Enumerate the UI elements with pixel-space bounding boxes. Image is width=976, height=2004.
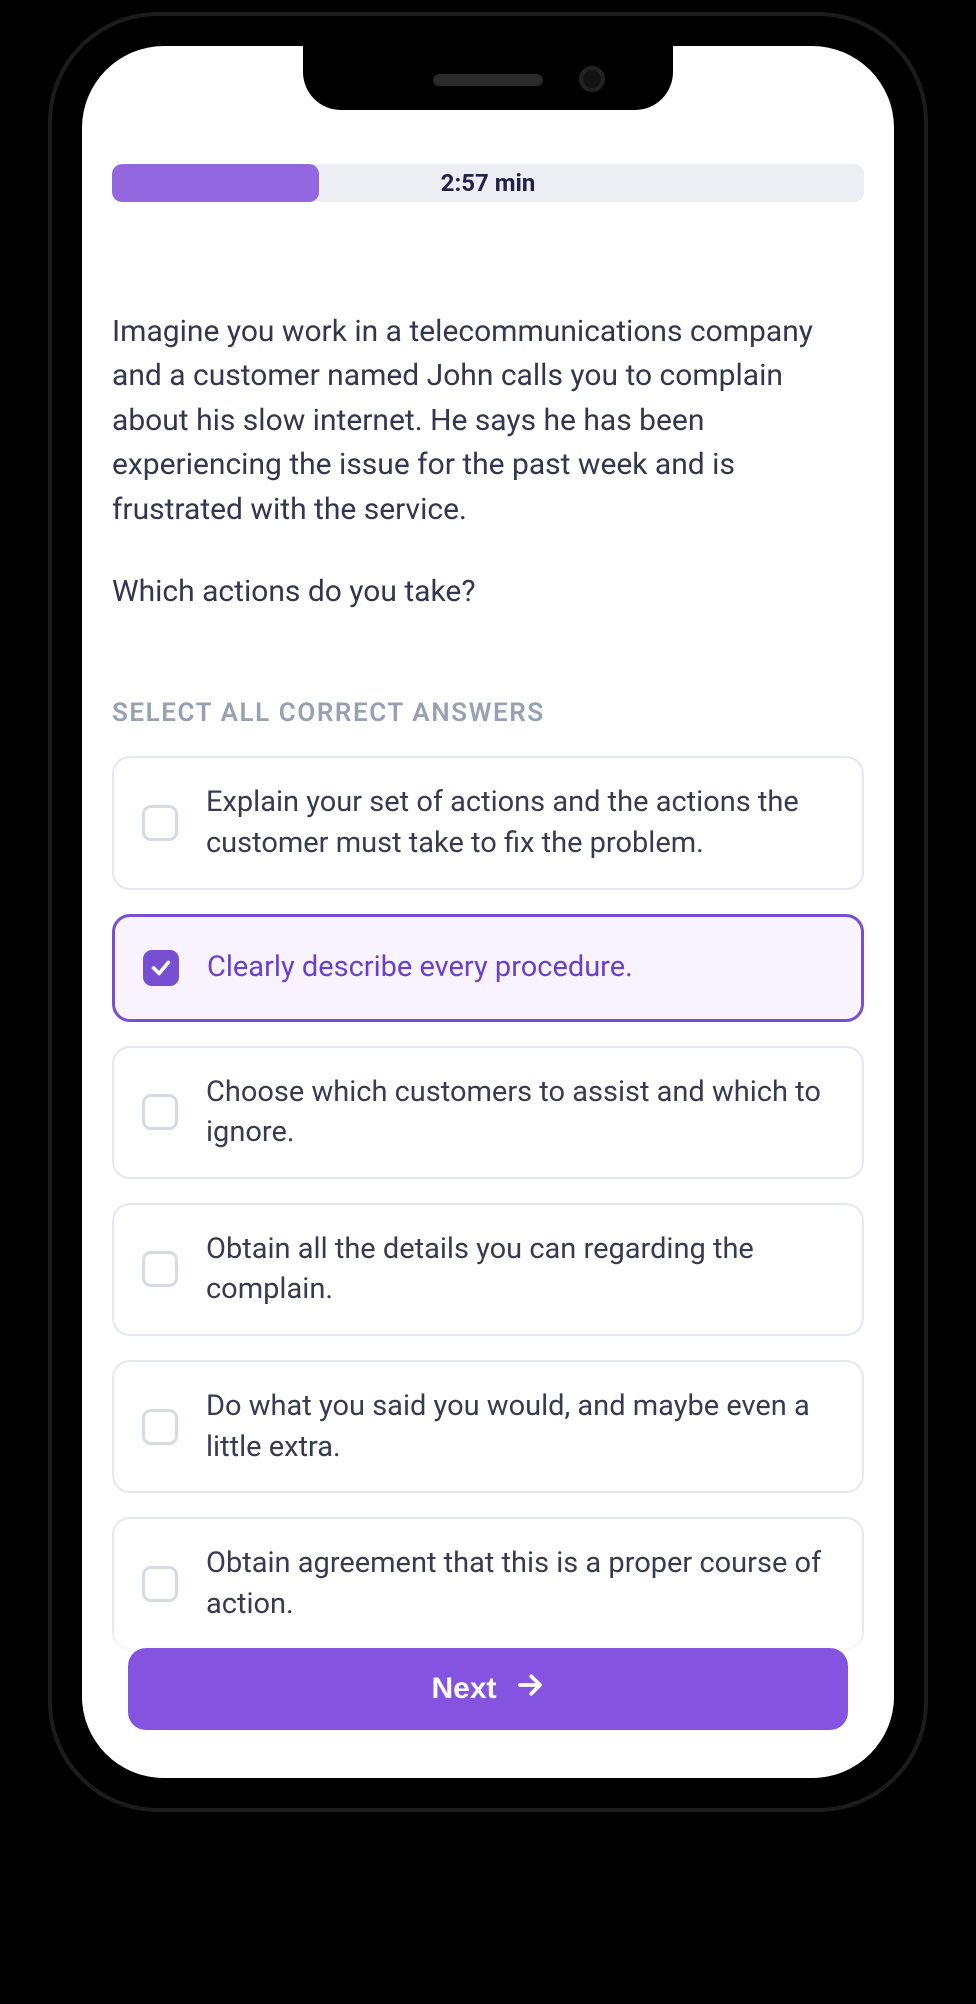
next-button[interactable]: Next	[128, 1648, 848, 1730]
answer-option-label: Clearly describe every procedure.	[207, 947, 633, 988]
progress-track: 2:57 min	[112, 164, 864, 202]
answer-option-label: Obtain all the details you can regarding…	[206, 1229, 834, 1310]
progress-bar: 2:57 min	[112, 164, 864, 202]
question-body: Imagine you work in a telecommunications…	[112, 310, 864, 614]
answer-option[interactable]: Choose which customers to assist and whi…	[112, 1046, 864, 1179]
arrow-right-icon	[515, 1670, 545, 1708]
checkbox-unchecked-icon	[142, 805, 178, 841]
app-content: 2:57 min Imagine you work in a telecommu…	[82, 46, 894, 1778]
answer-option[interactable]: Obtain all the details you can regarding…	[112, 1203, 864, 1336]
answer-option-label: Choose which customers to assist and whi…	[206, 1072, 834, 1153]
phone-notch	[303, 46, 673, 110]
answer-option[interactable]: Clearly describe every procedure.	[112, 914, 864, 1022]
question-prompt: Which actions do you take?	[112, 570, 864, 614]
question-scenario: Imagine you work in a telecommunications…	[112, 310, 864, 532]
phone-screen: 2:57 min Imagine you work in a telecommu…	[82, 46, 894, 1778]
speaker-slot	[433, 74, 543, 86]
checkbox-unchecked-icon	[142, 1409, 178, 1445]
question-scroll[interactable]: Imagine you work in a telecommunications…	[82, 254, 894, 1778]
answer-option-label: Obtain agreement that this is a proper c…	[206, 1543, 834, 1624]
answer-option[interactable]: Explain your set of actions and the acti…	[112, 756, 864, 889]
checkbox-unchecked-icon	[142, 1094, 178, 1130]
answer-option[interactable]: Do what you said you would, and maybe ev…	[112, 1360, 864, 1493]
next-button-label: Next	[431, 1672, 496, 1706]
phone-frame: 2:57 min Imagine you work in a telecommu…	[48, 12, 928, 1812]
checkbox-unchecked-icon	[142, 1251, 178, 1287]
checkbox-checked-icon	[143, 950, 179, 986]
answer-option-label: Explain your set of actions and the acti…	[206, 782, 834, 863]
answer-options: Explain your set of actions and the acti…	[112, 756, 864, 1650]
footer-bar: Next	[82, 1628, 894, 1778]
answer-option-label: Do what you said you would, and maybe ev…	[206, 1386, 834, 1467]
timer-label: 2:57 min	[112, 164, 864, 202]
checkbox-unchecked-icon	[142, 1566, 178, 1602]
answer-instructions: SELECT ALL CORRECT ANSWERS	[112, 698, 864, 728]
front-camera	[579, 66, 605, 92]
